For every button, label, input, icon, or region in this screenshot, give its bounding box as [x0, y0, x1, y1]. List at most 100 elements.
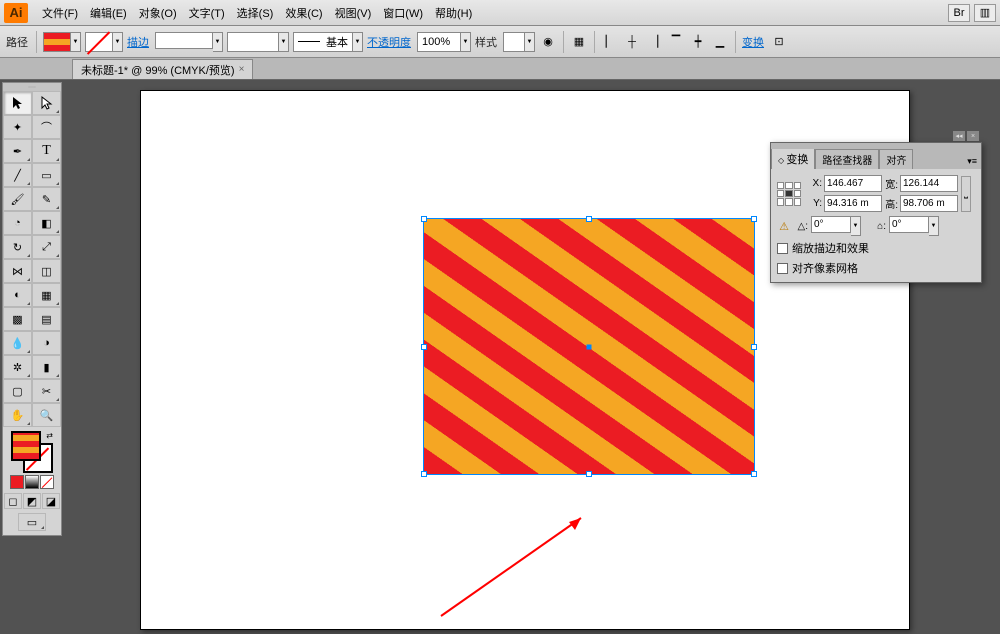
arrange-docs-icon[interactable]: ▥	[974, 4, 996, 22]
panel-collapse-icon[interactable]: ◂◂	[953, 131, 965, 141]
screen-mode-icon[interactable]: ▭	[18, 513, 46, 531]
direct-selection-tool[interactable]	[32, 91, 61, 115]
align-top-icon[interactable]: ▔	[667, 33, 685, 51]
blob-brush-tool[interactable]: ◔	[3, 211, 32, 235]
menu-select[interactable]: 选择(S)	[231, 5, 280, 21]
align-hcenter-icon[interactable]: ┼	[623, 33, 641, 51]
tab-align[interactable]: 对齐	[879, 149, 913, 169]
selection-handle[interactable]	[751, 216, 757, 222]
magic-wand-tool[interactable]: ✦	[3, 115, 32, 139]
none-mode-icon[interactable]	[40, 475, 54, 489]
menu-edit[interactable]: 编辑(E)	[84, 5, 133, 21]
selection-handle[interactable]	[421, 216, 427, 222]
selected-rectangle-object[interactable]	[424, 219, 754, 474]
recolor-icon[interactable]: ◉	[539, 33, 557, 51]
selection-handle[interactable]	[751, 471, 757, 477]
menu-object[interactable]: 对象(O)	[133, 5, 183, 21]
selection-handle[interactable]	[586, 216, 592, 222]
brush-definition[interactable]: 基本▼	[293, 32, 363, 52]
selection-handle[interactable]	[421, 344, 427, 350]
swap-fill-stroke-icon[interactable]: ⇄	[46, 431, 53, 440]
column-graph-tool[interactable]: ▮	[32, 355, 61, 379]
menu-text[interactable]: 文字(T)	[183, 5, 231, 21]
stroke-weight-input[interactable]: ▼	[155, 32, 223, 52]
panel-menu-icon[interactable]: ▾≡	[963, 154, 981, 169]
align-right-icon[interactable]: ▕	[645, 33, 663, 51]
pen-tool[interactable]: ✒	[3, 139, 32, 163]
fill-stroke-indicator[interactable]: ⇄	[11, 431, 53, 473]
tab-pathfinder[interactable]: 路径查找器	[815, 149, 879, 169]
draw-inside-icon[interactable]: ◪	[42, 493, 60, 509]
panel-grip[interactable]	[771, 143, 981, 149]
type-tool[interactable]: T	[32, 139, 61, 163]
transform-link[interactable]: 变换	[742, 34, 764, 50]
menu-window[interactable]: 窗口(W)	[377, 5, 429, 21]
mesh-tool[interactable]: ▩	[3, 307, 32, 331]
lasso-tool[interactable]: ⌒	[32, 115, 61, 139]
slice-tool[interactable]: ✂	[32, 379, 61, 403]
x-input[interactable]: 146.467	[824, 175, 882, 192]
shear-label: ⌂:	[872, 221, 886, 232]
center-point[interactable]	[587, 344, 592, 349]
constrain-proportions-icon[interactable]: ⎵	[961, 176, 971, 212]
gradient-tool[interactable]: ▤	[32, 307, 61, 331]
rotate-tool[interactable]: ↻	[3, 235, 32, 259]
scale-strokes-checkbox[interactable]	[777, 243, 788, 254]
fill-swatch[interactable]	[11, 431, 41, 461]
stroke-link[interactable]: 描边	[127, 34, 149, 50]
separator	[563, 31, 564, 53]
align-left-icon[interactable]: ▏	[601, 33, 619, 51]
rectangle-tool[interactable]: ▭	[32, 163, 61, 187]
perspective-grid-tool[interactable]: ▦	[32, 283, 61, 307]
rotate-input[interactable]: 0°▼	[811, 216, 861, 236]
menu-effect[interactable]: 效果(C)	[279, 5, 328, 21]
selection-handle[interactable]	[421, 471, 427, 477]
menu-help[interactable]: 帮助(H)	[429, 5, 478, 21]
opacity-link[interactable]: 不透明度	[367, 34, 411, 50]
bridge-icon[interactable]: Br	[948, 4, 970, 22]
panel-close-icon[interactable]: ×	[967, 131, 979, 141]
selection-tool[interactable]	[3, 91, 32, 115]
hand-tool[interactable]: ✋	[3, 403, 32, 427]
artboard-tool[interactable]: ▢	[3, 379, 32, 403]
document-tab[interactable]: 未标题-1* @ 99% (CMYK/预览) ×	[72, 59, 253, 79]
variable-width-profile[interactable]: ▼	[227, 32, 289, 52]
width-input[interactable]: 126.144	[900, 175, 958, 192]
free-transform-tool[interactable]: ◫	[32, 259, 61, 283]
isolate-icon[interactable]: ⊡	[770, 33, 788, 51]
menu-view[interactable]: 视图(V)	[329, 5, 378, 21]
shear-input[interactable]: 0°▼	[889, 216, 939, 236]
selection-handle[interactable]	[586, 471, 592, 477]
color-mode-icon[interactable]	[10, 475, 24, 489]
paintbrush-tool[interactable]: 🖌	[3, 187, 32, 211]
height-input[interactable]: 98.706 m	[900, 195, 958, 212]
align-panel-icon[interactable]: ▦	[570, 33, 588, 51]
y-input[interactable]: 94.316 m	[824, 195, 882, 212]
graphic-style-dropdown[interactable]: ▼	[503, 32, 535, 52]
scale-tool[interactable]: ⤢	[32, 235, 61, 259]
shape-builder-tool[interactable]: ◐	[3, 283, 32, 307]
draw-normal-icon[interactable]: ◻	[4, 493, 22, 509]
stroke-swatch-dropdown[interactable]: ▼	[85, 32, 123, 52]
eraser-tool[interactable]: ◧	[32, 211, 61, 235]
align-pixel-checkbox[interactable]	[777, 263, 788, 274]
selection-handle[interactable]	[751, 344, 757, 350]
eyedropper-tool[interactable]: 💧	[3, 331, 32, 355]
fill-swatch-dropdown[interactable]: ▼	[43, 32, 81, 52]
symbol-sprayer-tool[interactable]: ✲	[3, 355, 32, 379]
width-tool[interactable]: ⋈	[3, 259, 32, 283]
pencil-tool[interactable]: ✎	[32, 187, 61, 211]
tab-transform[interactable]: ◇ 变换	[771, 148, 815, 169]
line-tool[interactable]: ╱	[3, 163, 32, 187]
close-tab-icon[interactable]: ×	[239, 64, 245, 75]
align-vcenter-icon[interactable]: ┿	[689, 33, 707, 51]
reference-point-grid[interactable]	[777, 182, 801, 206]
align-bottom-icon[interactable]: ▁	[711, 33, 729, 51]
draw-behind-icon[interactable]: ◩	[23, 493, 41, 509]
zoom-tool[interactable]: 🔍	[32, 403, 61, 427]
opacity-input[interactable]: 100%▼	[417, 32, 471, 52]
menu-file[interactable]: 文件(F)	[36, 5, 84, 21]
blend-tool[interactable]: ◑	[32, 331, 61, 355]
gradient-mode-icon[interactable]	[25, 475, 39, 489]
toolbox-grip[interactable]	[3, 83, 61, 91]
